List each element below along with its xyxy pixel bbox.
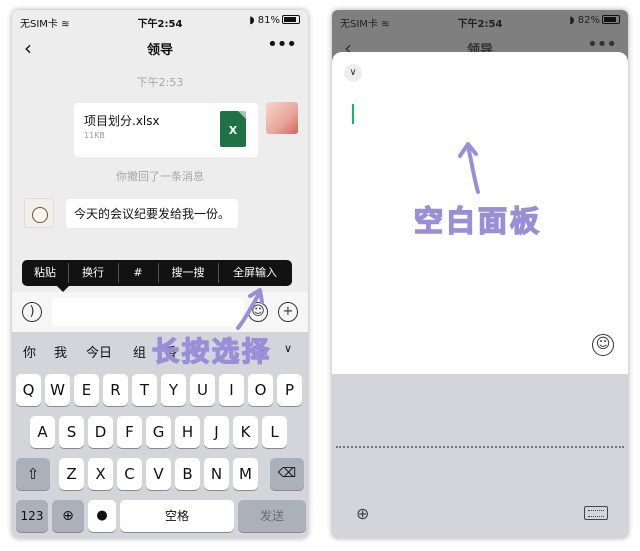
candidate-word[interactable]: 你 — [23, 342, 36, 361]
message-input[interactable] — [52, 298, 244, 326]
key-p[interactable]: P — [277, 374, 302, 406]
globe-icon[interactable]: ⊕ — [52, 500, 84, 532]
menu-item-paste[interactable]: 粘贴 — [22, 260, 68, 286]
backspace-icon[interactable]: ⌫ — [270, 458, 304, 490]
more-options-icon[interactable]: ••• — [267, 34, 297, 55]
key-q[interactable]: Q — [16, 374, 41, 406]
chat-nav-bar: ‹ 领导 ••• — [12, 34, 308, 62]
key-v[interactable]: V — [146, 458, 171, 490]
key-k[interactable]: K — [233, 416, 258, 448]
dictation-waveform — [336, 446, 624, 450]
keyboard-icon[interactable] — [584, 506, 608, 520]
status-bar: 无SIM卡 ≋ 下午2:54 ◗ 81% — [12, 10, 308, 32]
key-b[interactable]: B — [175, 458, 200, 490]
status-bar: 无SIM卡 ≋ 下午2:54 ◗ 82% — [332, 10, 628, 32]
contact-avatar[interactable] — [24, 198, 54, 228]
key-y[interactable]: Y — [161, 374, 186, 406]
dictation-keyboard-area: ⊕ — [332, 374, 628, 538]
key-m[interactable]: M — [233, 458, 258, 490]
battery-icon — [602, 15, 620, 24]
battery-icon — [282, 15, 300, 24]
key-j[interactable]: J — [204, 416, 229, 448]
key-t[interactable]: T — [132, 374, 157, 406]
annotation-arrow-right — [458, 142, 480, 194]
shift-icon[interactable]: ⇧ — [16, 458, 50, 490]
key-z[interactable]: Z — [59, 458, 84, 490]
key-i[interactable]: I — [219, 374, 244, 406]
candidate-word[interactable]: 我 — [54, 342, 67, 361]
key-s[interactable]: S — [59, 416, 84, 448]
my-avatar[interactable] — [266, 102, 298, 134]
menu-item-search[interactable]: 搜一搜 — [158, 260, 218, 286]
collapse-chevron-icon[interactable]: ∨ — [344, 64, 362, 82]
menu-item-fullscreen-input[interactable]: 全屏输入 — [218, 260, 292, 286]
candidate-word[interactable]: 今日 — [86, 342, 112, 361]
globe-icon[interactable]: ⊕ — [356, 504, 369, 523]
numbers-key[interactable]: 123 — [16, 500, 48, 532]
key-c[interactable]: C — [117, 458, 142, 490]
file-message-card[interactable]: 项目划分.xlsx 11KB X — [74, 103, 258, 157]
recall-notice: 你撤回了一条消息 — [116, 170, 204, 183]
key-w[interactable]: W — [45, 374, 70, 406]
emoji-icon[interactable]: ☺ — [592, 334, 614, 356]
microphone-icon[interactable]: ● — [88, 500, 116, 532]
key-l[interactable]: L — [262, 416, 287, 448]
file-name: 项目划分.xlsx — [84, 114, 160, 128]
left-phone-screen: 无SIM卡 ≋ 下午2:54 ◗ 81% ‹ 领导 ••• 下午2:53 项目划… — [12, 10, 308, 538]
chevron-down-icon[interactable]: ∨ — [284, 342, 292, 355]
menu-item-newline[interactable]: 换行 — [68, 260, 118, 286]
chat-title: 领导 — [146, 43, 173, 58]
battery-percent: 82% — [577, 15, 600, 26]
key-o[interactable]: O — [248, 374, 273, 406]
key-n[interactable]: N — [204, 458, 229, 490]
text-cursor — [352, 104, 354, 124]
headphones-icon: ◗ — [569, 15, 575, 26]
cartoon-face-icon — [32, 207, 48, 223]
key-f[interactable]: F — [117, 416, 142, 448]
file-size: 11KB — [84, 131, 105, 140]
menu-item-hashtag[interactable]: # — [118, 260, 158, 286]
candidate-word[interactable]: 组 — [133, 342, 146, 361]
key-e[interactable]: E — [74, 374, 99, 406]
annotation-arrow-left — [236, 288, 264, 330]
chat-timestamp: 下午2:53 — [136, 76, 184, 89]
key-g[interactable]: G — [146, 416, 171, 448]
key-x[interactable]: X — [88, 458, 113, 490]
key-d[interactable]: D — [88, 416, 113, 448]
key-u[interactable]: U — [190, 374, 215, 406]
voice-icon[interactable]: ) — [22, 302, 42, 322]
annotation-long-press: 长按选择 — [151, 336, 272, 369]
add-icon[interactable]: + — [278, 302, 298, 322]
incoming-message-bubble[interactable]: 今天的会议纪要发给我一份。 — [66, 199, 239, 228]
space-key[interactable]: 空格 — [120, 500, 234, 532]
key-r[interactable]: R — [103, 374, 128, 406]
headphones-icon: ◗ — [249, 15, 255, 26]
send-button[interactable]: 发送 — [238, 500, 306, 532]
right-phone-screen: 无SIM卡 ≋ 下午2:54 ◗ 82% ‹ 领导 ••• ∨ ☺ ⊕ — [332, 10, 628, 538]
annotation-blank-panel: 空白面板 — [413, 203, 543, 239]
key-a[interactable]: A — [30, 416, 55, 448]
paste-context-menu: 粘贴 换行 # 搜一搜 全屏输入 — [22, 260, 292, 286]
battery-percent: 81% — [257, 15, 280, 26]
key-h[interactable]: H — [175, 416, 200, 448]
excel-icon: X — [220, 111, 246, 147]
